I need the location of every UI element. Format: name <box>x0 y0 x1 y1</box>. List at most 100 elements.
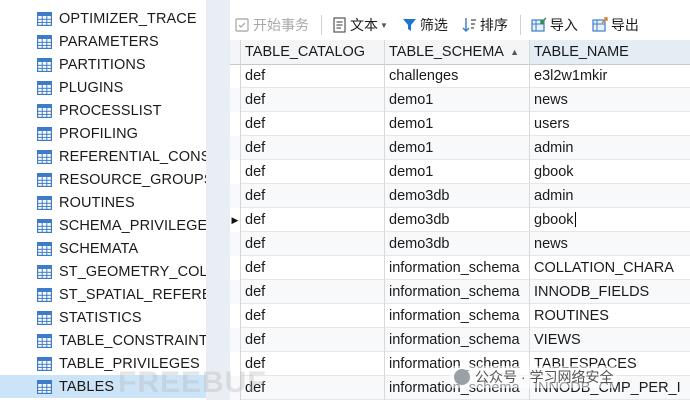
table-row[interactable]: def demo3db news <box>230 232 690 256</box>
table-row[interactable]: def demo1 gbook <box>230 160 690 184</box>
tree-item-table[interactable]: ST_GEOMETRY_COLU <box>0 260 206 283</box>
panel-divider[interactable] <box>206 0 230 400</box>
tree-item-table[interactable]: REFERENTIAL_CONST <box>0 145 206 168</box>
table-cell[interactable]: VIEWS <box>530 328 690 352</box>
column-header-table-catalog[interactable]: TABLE_CATALOG <box>241 40 385 64</box>
filter-button[interactable]: 筛选 <box>398 13 452 37</box>
tree-item-table[interactable]: PROCESSLIST <box>0 99 206 122</box>
table-cell[interactable]: information_schema <box>385 304 530 328</box>
tree-item-table[interactable]: ROUTINES <box>0 191 206 214</box>
table-row[interactable]: def information_schema VIEWS <box>230 328 690 352</box>
table-cell[interactable]: information_schema <box>385 328 530 352</box>
tree-item-table[interactable]: SCHEMATA <box>0 237 206 260</box>
table-cell[interactable]: def <box>241 160 385 184</box>
table-row[interactable]: def information_schema INNODB_FIELDS <box>230 280 690 304</box>
table-cell[interactable]: challenges <box>385 64 530 88</box>
row-indicator[interactable] <box>230 112 241 136</box>
tree-item-table[interactable]: STATISTICS <box>0 306 206 329</box>
row-indicator[interactable] <box>230 64 241 88</box>
tree-item-table[interactable]: SCHEMA_PRIVILEGES <box>0 214 206 237</box>
tree-item-table[interactable]: PROFILING <box>0 122 206 145</box>
import-button[interactable]: 导入 <box>527 13 582 37</box>
table-cell[interactable]: demo1 <box>385 136 530 160</box>
table-cell[interactable]: TABLESPACES <box>530 352 690 376</box>
column-header-table-name[interactable]: TABLE_NAME <box>530 40 690 64</box>
table-cell[interactable]: information_schema <box>385 352 530 376</box>
tree-item-table[interactable]: TABLES <box>0 375 206 398</box>
table-cell[interactable]: gbook <box>530 208 690 232</box>
table-row[interactable]: def demo1 news <box>230 88 690 112</box>
table-cell[interactable]: demo1 <box>385 88 530 112</box>
table-cell[interactable]: admin <box>530 184 690 208</box>
table-cell[interactable]: news <box>530 88 690 112</box>
table-cell[interactable]: def <box>241 64 385 88</box>
table-cell[interactable]: def <box>241 184 385 208</box>
tree-item-table[interactable]: TABLE_CONSTRAINT <box>0 329 206 352</box>
table-row[interactable]: def information_schema COLLATION_CHARA <box>230 256 690 280</box>
table-row[interactable]: def demo1 admin <box>230 136 690 160</box>
table-cell[interactable]: information_schema <box>385 376 530 400</box>
table-row[interactable]: ▶ def demo3db gbook <box>230 208 690 232</box>
tree-item-table[interactable]: TABLE_PRIVILEGES <box>0 352 206 375</box>
row-indicator[interactable] <box>230 88 241 112</box>
sort-button[interactable]: 排序 <box>458 13 512 37</box>
table-row[interactable]: def demo3db admin <box>230 184 690 208</box>
row-indicator[interactable] <box>230 280 241 304</box>
table-cell[interactable]: admin <box>530 136 690 160</box>
table-cell[interactable]: def <box>241 304 385 328</box>
row-indicator[interactable] <box>230 352 241 376</box>
table-cell[interactable]: information_schema <box>385 256 530 280</box>
table-cell[interactable]: def <box>241 112 385 136</box>
table-cell[interactable]: information_schema <box>385 280 530 304</box>
table-cell[interactable]: INNODB_CMP_PER_I <box>530 376 690 400</box>
table-cell[interactable]: demo3db <box>385 232 530 256</box>
current-row-arrow-icon[interactable]: ▶ <box>230 208 241 232</box>
table-row[interactable]: def information_schema TABLESPACES <box>230 352 690 376</box>
row-indicator[interactable] <box>230 136 241 160</box>
row-indicator[interactable] <box>230 304 241 328</box>
table-cell[interactable]: def <box>241 328 385 352</box>
table-cell[interactable]: news <box>530 232 690 256</box>
tree-item-table[interactable]: PLUGINS <box>0 76 206 99</box>
text-view-button[interactable]: 文本 ▼ <box>328 13 392 37</box>
tree-item-table[interactable]: PARTITIONS <box>0 53 206 76</box>
table-cell[interactable]: def <box>241 232 385 256</box>
cell-value: demo1 <box>389 139 434 156</box>
table-cell[interactable]: def <box>241 136 385 160</box>
data-grid[interactable]: TABLE_CATALOG TABLE_SCHEMA ▲ TABLE_NAME … <box>230 40 690 400</box>
table-cell[interactable]: INNODB_FIELDS <box>530 280 690 304</box>
table-cell[interactable]: demo1 <box>385 112 530 136</box>
table-row[interactable]: def information_schema INNODB_CMP_PER_I <box>230 376 690 400</box>
table-cell[interactable]: demo3db <box>385 184 530 208</box>
table-cell[interactable]: demo3db <box>385 208 530 232</box>
table-row[interactable]: def information_schema ROUTINES <box>230 304 690 328</box>
table-cell[interactable]: users <box>530 112 690 136</box>
tree-item-table[interactable]: ST_SPATIAL_REFEREN <box>0 283 206 306</box>
table-cell[interactable]: ROUTINES <box>530 304 690 328</box>
table-cell[interactable]: def <box>241 208 385 232</box>
table-cell[interactable]: def <box>241 352 385 376</box>
table-cell[interactable]: def <box>241 280 385 304</box>
table-cell[interactable]: def <box>241 256 385 280</box>
row-indicator[interactable] <box>230 232 241 256</box>
row-indicator[interactable] <box>230 376 241 400</box>
tree-item-table[interactable]: OPTIMIZER_TRACE <box>0 7 206 30</box>
tree-item-table[interactable]: RESOURCE_GROUPS <box>0 168 206 191</box>
table-cell[interactable]: def <box>241 88 385 112</box>
table-cell[interactable]: gbook <box>530 160 690 184</box>
export-button[interactable]: 导出 <box>588 13 643 37</box>
table-row[interactable]: def challenges e3l2w1mkir <box>230 64 690 88</box>
row-indicator[interactable] <box>230 328 241 352</box>
begin-transaction-button[interactable]: 开始事务 <box>230 13 313 37</box>
tree-item-table[interactable]: PARAMETERS <box>0 30 206 53</box>
table-row[interactable]: def demo1 users <box>230 112 690 136</box>
sort-ascending-icon[interactable]: ▲ <box>510 47 519 57</box>
table-cell[interactable]: def <box>241 376 385 400</box>
table-cell[interactable]: COLLATION_CHARA <box>530 256 690 280</box>
table-cell[interactable]: e3l2w1mkir <box>530 64 690 88</box>
row-indicator[interactable] <box>230 160 241 184</box>
table-cell[interactable]: demo1 <box>385 160 530 184</box>
row-indicator[interactable] <box>230 184 241 208</box>
column-header-table-schema[interactable]: TABLE_SCHEMA ▲ <box>385 40 530 64</box>
row-indicator[interactable] <box>230 256 241 280</box>
